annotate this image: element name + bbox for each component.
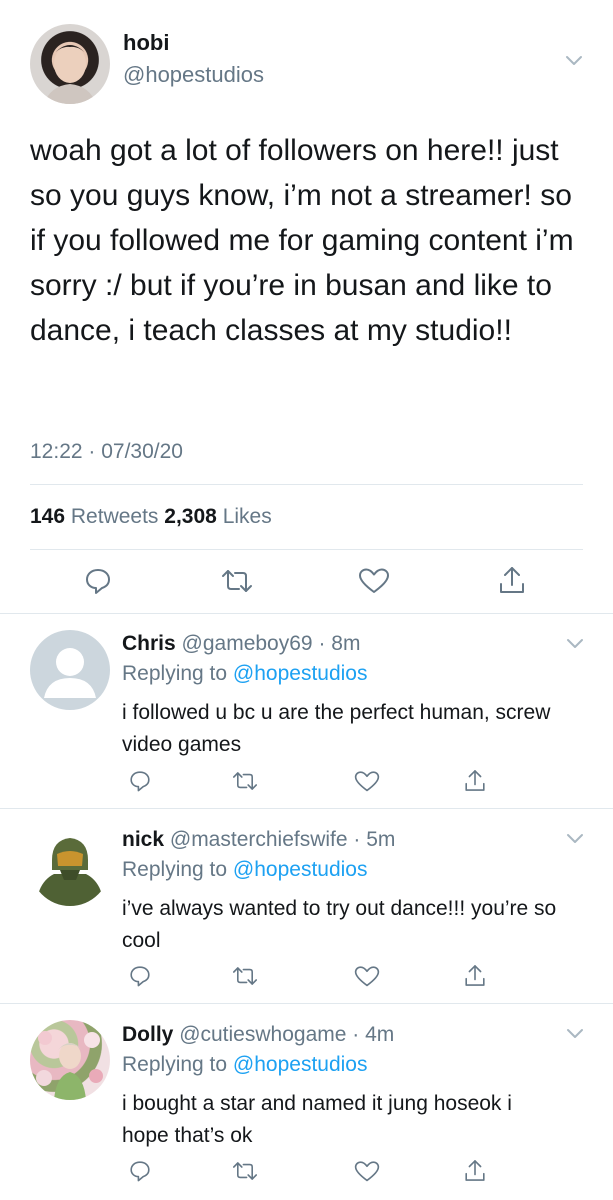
reply-time: · 4m — [352, 1023, 395, 1046]
default-avatar-icon — [44, 648, 96, 698]
divider — [30, 484, 583, 485]
floral-avatar-icon — [36, 1031, 103, 1100]
chevron-down-icon[interactable] — [566, 638, 584, 650]
replying-to-handle[interactable]: @hopestudios — [233, 662, 368, 685]
reply-text: i bought a star and named it jung hoseok… — [122, 1092, 512, 1147]
like-icon[interactable] — [354, 1160, 380, 1183]
replying-to: Replying to @hopestudios — [122, 858, 367, 882]
helmet-avatar-icon — [36, 838, 104, 906]
main-avatar[interactable] — [30, 24, 110, 104]
like-icon[interactable] — [358, 567, 390, 595]
reply-icon[interactable] — [83, 566, 113, 596]
tweet-timestamp: 12:22 · 07/30/20 — [30, 440, 183, 463]
share-icon[interactable] — [463, 1157, 487, 1184]
divider — [0, 808, 613, 809]
retweet-icon[interactable] — [231, 769, 259, 793]
reply-display-name[interactable]: Chris — [122, 632, 176, 655]
main-handle[interactable]: @hopestudios — [123, 62, 264, 88]
share-icon[interactable] — [463, 767, 487, 794]
reply-header: Chris @gameboy69 · 8m — [122, 632, 360, 656]
likes-count[interactable]: 2,308 — [164, 505, 217, 528]
reply-handle[interactable]: @masterchiefswife — [170, 828, 348, 851]
replying-to: Replying to @hopestudios — [122, 1053, 367, 1077]
tweet-stats: 146 Retweets 2,308 Likes — [30, 505, 272, 529]
replying-to-label: Replying to — [122, 662, 228, 685]
share-icon[interactable] — [497, 564, 527, 596]
reply-text: i followed u bc u are the perfect human,… — [122, 701, 551, 756]
retweets-count[interactable]: 146 — [30, 505, 65, 528]
like-icon[interactable] — [354, 965, 380, 988]
reply-avatar[interactable] — [30, 826, 110, 906]
reply-header: Dolly @cutieswhogame · 4m — [122, 1023, 394, 1047]
chevron-down-icon[interactable] — [565, 55, 583, 67]
retweet-icon[interactable] — [220, 566, 254, 596]
reply-avatar[interactable] — [30, 1020, 110, 1100]
likes-label[interactable]: Likes — [223, 505, 272, 528]
chevron-down-icon[interactable] — [566, 833, 584, 845]
reply-text: i’ve always wanted to try out dance!!! y… — [122, 897, 557, 952]
reply-icon[interactable] — [128, 964, 152, 988]
divider — [30, 549, 583, 550]
reply-icon[interactable] — [128, 769, 152, 793]
retweets-label[interactable]: Retweets — [71, 505, 159, 528]
replying-to-label: Replying to — [122, 858, 228, 881]
replying-to-handle[interactable]: @hopestudios — [233, 858, 368, 881]
retweet-icon[interactable] — [231, 1159, 259, 1183]
reply-header: nick @masterchiefswife · 5m — [122, 828, 395, 852]
main-tweet-text: woah got a lot of followers on here!! ju… — [30, 134, 574, 347]
avatar-face-icon — [44, 45, 96, 104]
reply-time: · 5m — [353, 828, 396, 851]
reply-handle[interactable]: @gameboy69 — [182, 632, 313, 655]
retweet-icon[interactable] — [231, 964, 259, 988]
replying-to: Replying to @hopestudios — [122, 662, 367, 686]
reply-avatar[interactable] — [30, 630, 110, 710]
like-icon[interactable] — [354, 770, 380, 793]
share-icon[interactable] — [463, 962, 487, 989]
reply-display-name[interactable]: nick — [122, 828, 164, 851]
reply-handle[interactable]: @cutieswhogame — [179, 1023, 346, 1046]
reply-display-name[interactable]: Dolly — [122, 1023, 173, 1046]
chevron-down-icon[interactable] — [566, 1028, 584, 1040]
replying-to-label: Replying to — [122, 1053, 228, 1076]
divider — [0, 1003, 613, 1004]
main-display-name[interactable]: hobi — [123, 30, 169, 56]
reply-icon[interactable] — [128, 1159, 152, 1183]
reply-time: · 8m — [318, 632, 361, 655]
replying-to-handle[interactable]: @hopestudios — [233, 1053, 368, 1076]
divider — [0, 613, 613, 614]
